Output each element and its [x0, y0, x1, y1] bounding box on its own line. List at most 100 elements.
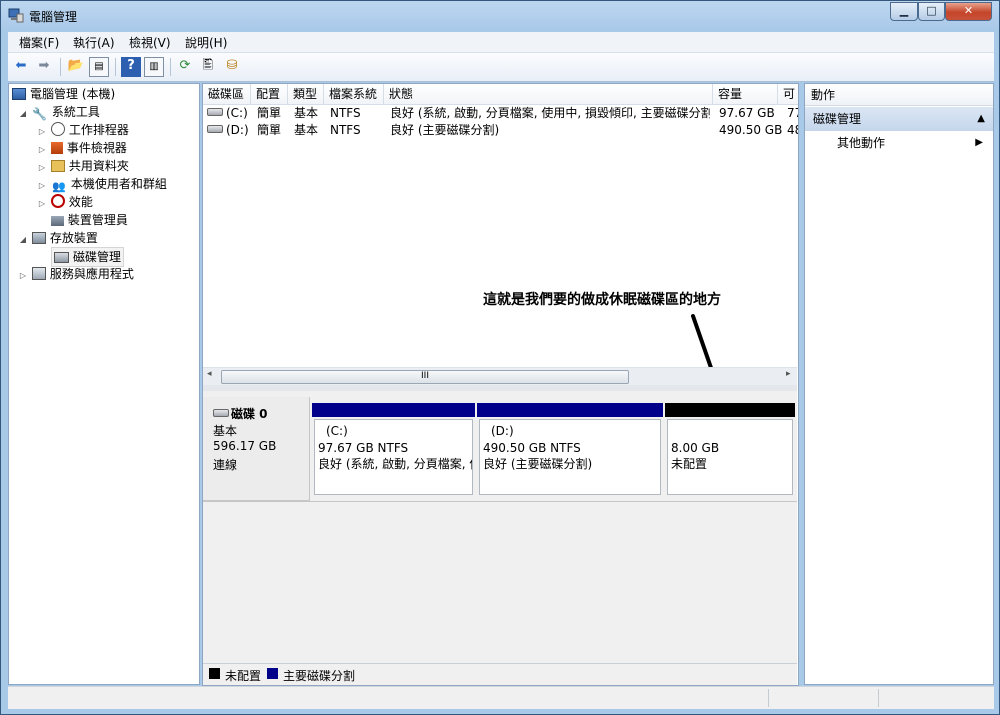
clock-icon	[50, 122, 65, 136]
help-button[interactable]: ?	[121, 57, 141, 77]
column-header-layout[interactable]: 配置	[251, 84, 288, 104]
close-button[interactable]: ✕	[945, 2, 992, 21]
partition-unallocated[interactable]: 8.00 GB 未配置	[665, 403, 795, 496]
collapse-arrow-icon[interactable]: ◢	[18, 105, 28, 123]
tree-item-local-users-groups[interactable]: ▷ 👥 本機使用者和群組	[37, 175, 167, 193]
filesystem-cell: NTFS	[330, 123, 361, 137]
title-bar[interactable]: 電腦管理 ▁ □ ✕	[1, 1, 999, 31]
action-pane-icon: ▥	[149, 61, 159, 72]
volume-cell: (C:)	[207, 105, 248, 122]
scroll-left-icon[interactable]: ◂	[207, 369, 212, 379]
tree-item-device-manager[interactable]: 裝置管理員	[37, 211, 128, 229]
legend-swatch-primary	[267, 668, 278, 679]
tree-item-shared-folders[interactable]: ▷ 共用資料夾	[37, 157, 129, 175]
disk-state: 連線	[213, 458, 238, 472]
disk-tool-icon: ⛁	[226, 58, 238, 73]
disk-row-divider	[203, 501, 797, 502]
table-row[interactable]: (D:) 簡單 基本 NTFS 良好 (主要磁碟分割) 490.50 GB 48	[203, 122, 798, 139]
action-more-actions[interactable]: 其他動作 ▶	[805, 133, 993, 153]
event-viewer-icon	[50, 142, 63, 154]
menu-view[interactable]: 檢視(V)	[129, 34, 171, 51]
toolbar-separator	[60, 58, 61, 76]
column-header-capacity[interactable]: 容量	[713, 84, 778, 104]
window-title: 電腦管理	[29, 10, 78, 24]
actions-section-disk-management[interactable]: 磁碟管理 ▲	[805, 107, 993, 131]
partition-d[interactable]: (D:) 490.50 GB NTFS 良好 (主要磁碟分割)	[477, 403, 663, 496]
tree-item-services-applications[interactable]: ▷ 服務與應用程式	[18, 265, 134, 283]
partition-d-status: 良好 (主要磁碟分割)	[483, 457, 593, 471]
storage-icon	[31, 232, 46, 244]
minimize-icon: ▁	[899, 4, 909, 17]
computer-icon	[12, 88, 26, 100]
back-button[interactable]: ⬅	[11, 57, 31, 77]
minimize-button[interactable]: ▁	[890, 2, 918, 21]
tools-icon: 🔧	[32, 107, 48, 121]
partition-c-name: (C:)	[326, 424, 348, 438]
menu-file[interactable]: 檔案(F)	[19, 34, 59, 51]
table-row[interactable]: (C:) 簡單 基本 NTFS 良好 (系統, 啟動, 分頁檔案, 使用中, 損…	[203, 105, 798, 122]
partition-d-color-bar	[477, 403, 663, 417]
tree-item-computer-management[interactable]: 電腦管理 (本機)	[12, 85, 115, 103]
partition-d-name: (D:)	[491, 424, 514, 438]
tree-item-task-scheduler[interactable]: ▷ 工作排程器	[37, 121, 129, 139]
menu-help[interactable]: 說明(H)	[185, 34, 227, 51]
scroll-thumb[interactable]: III	[221, 370, 629, 384]
back-arrow-icon: ⬅	[15, 58, 27, 73]
disk-info-panel[interactable]: 磁碟 0 基本 596.17 GB 連線	[203, 397, 310, 501]
help-icon: ?	[127, 58, 135, 73]
performance-icon	[50, 194, 65, 208]
volume-cell: (D:)	[207, 122, 249, 139]
type-cell: 基本	[294, 123, 319, 137]
collapse-up-icon[interactable]: ▲	[977, 107, 985, 131]
partition-c-status: 良好 (系統, 啟動, 分頁檔案, 使	[318, 457, 473, 471]
console-tree-pane: 電腦管理 (本機) ◢ 🔧 系統工具 ▷ 工作排程器 ▷ 事件檢視器 ▷ 共用資料…	[8, 83, 200, 685]
tree-item-storage[interactable]: ◢ 存放裝置	[18, 229, 98, 247]
tree-item-system-tools[interactable]: ◢ 🔧 系統工具	[18, 103, 100, 121]
refresh-button[interactable]: ⟳	[175, 57, 195, 77]
partition-c-size: 97.67 GB NTFS	[318, 441, 409, 455]
capacity-cell: 490.50 GB	[719, 123, 783, 137]
toolbar-separator	[115, 58, 116, 76]
column-header-filesystem[interactable]: 檔案系統	[324, 84, 384, 104]
toolbar-separator	[170, 58, 171, 76]
disk-tool-button[interactable]: ⛁	[222, 57, 242, 77]
legend-label-unallocated: 未配置	[225, 669, 262, 683]
show-hide-tree-button[interactable]: ▤	[89, 57, 109, 77]
up-level-button[interactable]: 📂	[66, 57, 86, 77]
legend-label-primary: 主要磁碟分割	[283, 669, 356, 683]
capacity-cell: 97.67 GB	[719, 106, 775, 120]
folder-up-icon: 📂	[67, 58, 85, 73]
shared-folder-icon	[50, 160, 65, 172]
type-cell: 基本	[294, 106, 319, 120]
properties-button[interactable]: 🖺	[198, 57, 218, 77]
disk-size: 596.17 GB	[213, 439, 277, 453]
tree-item-disk-management[interactable]: 磁碟管理	[51, 247, 125, 267]
column-header-type[interactable]: 類型	[288, 84, 324, 104]
column-header-volume[interactable]: 磁碟區	[203, 84, 251, 104]
properties-icon: 🖺	[202, 58, 214, 73]
maximize-button[interactable]: □	[918, 2, 945, 21]
collapse-arrow-icon[interactable]: ◢	[18, 231, 28, 249]
computer-management-window: 電腦管理 ▁ □ ✕ 檔案(F) 執行(A) 檢視(V) 說明(H) ⬅ ➡ 📂…	[0, 0, 1000, 715]
annotation-text: 這就是我們要的做成休眠磁碟區的地方	[483, 292, 721, 308]
partition-c[interactable]: (C:) 97.67 GB NTFS 良好 (系統, 啟動, 分頁檔案, 使	[312, 403, 475, 496]
menu-action[interactable]: 執行(A)	[73, 34, 115, 51]
drive-icon	[207, 125, 223, 133]
show-hide-action-pane-button[interactable]: ▥	[144, 57, 164, 77]
scroll-right-icon[interactable]: ▸	[786, 369, 791, 379]
device-manager-icon	[50, 216, 64, 226]
drive-icon	[207, 108, 223, 116]
column-header-free[interactable]: 可	[778, 84, 798, 104]
tree-item-event-viewer[interactable]: ▷ 事件檢視器	[37, 139, 127, 157]
status-bar	[8, 686, 994, 709]
tree-item-performance[interactable]: ▷ 效能	[37, 193, 93, 211]
menu-bar: 檔案(F) 執行(A) 檢視(V) 說明(H)	[8, 32, 994, 53]
expand-arrow-icon[interactable]: ▷	[18, 267, 28, 285]
layout-cell: 簡單	[257, 123, 282, 137]
column-header-status[interactable]: 狀態	[384, 84, 713, 104]
disk-drive-icon	[213, 409, 229, 417]
forward-button[interactable]: ➡	[34, 57, 54, 77]
partition-unallocated-color-bar	[665, 403, 795, 417]
volume-list-horizontal-scrollbar[interactable]: ◂ III ▸	[203, 367, 797, 385]
partition-unallocated-size: 8.00 GB	[671, 441, 720, 455]
